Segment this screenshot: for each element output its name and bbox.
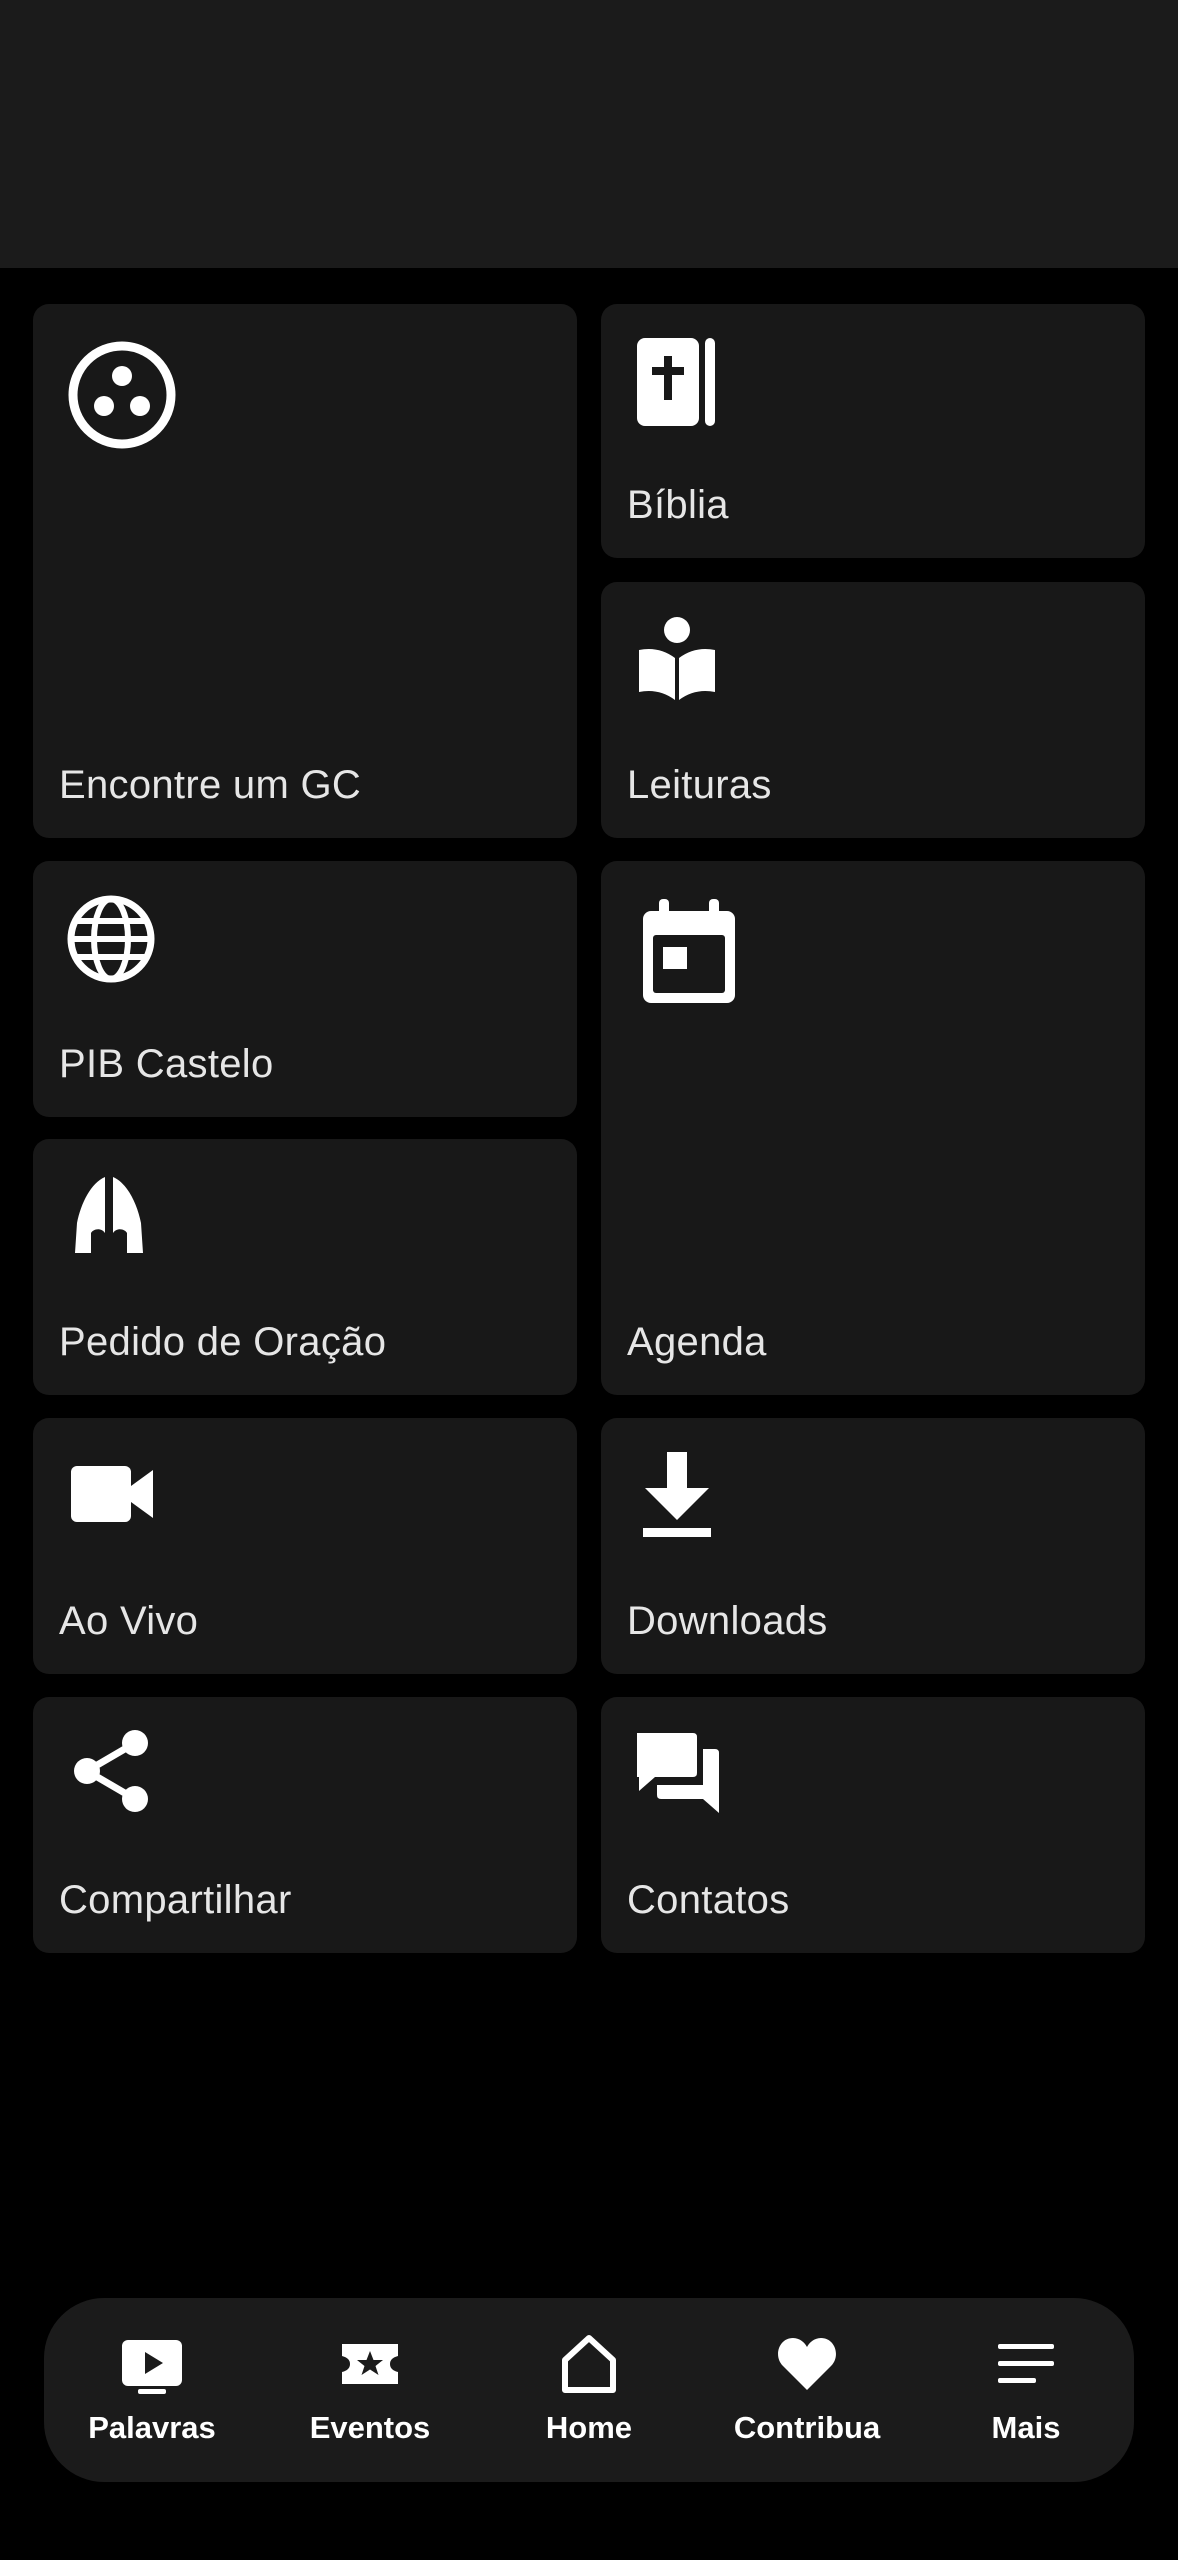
- download-icon: [639, 1450, 715, 1538]
- globe-icon: [65, 893, 157, 985]
- menu-icon: [994, 2332, 1058, 2396]
- tile-ao-vivo[interactable]: Ao Vivo: [33, 1418, 577, 1674]
- tile-label: Compartilhar: [59, 1878, 292, 1922]
- tile-downloads[interactable]: Downloads: [601, 1418, 1145, 1674]
- share-icon: [69, 1727, 153, 1815]
- video-camera-icon: [69, 1462, 155, 1526]
- play-video-icon: [120, 2332, 184, 2396]
- tile-label: Encontre um GC: [59, 763, 362, 807]
- chat-icon: [633, 1727, 723, 1817]
- praying-hands-icon: [71, 1173, 147, 1257]
- reading-icon: [635, 614, 719, 704]
- nav-mais[interactable]: Mais: [926, 2298, 1126, 2482]
- nav-eventos[interactable]: Eventos: [270, 2298, 470, 2482]
- nav-contribua[interactable]: Contribua: [707, 2298, 907, 2482]
- nav-label: Palavras: [88, 2410, 216, 2445]
- nav-label: Home: [545, 2410, 633, 2445]
- top-header: [0, 0, 1178, 268]
- tile-biblia[interactable]: Bíblia: [601, 304, 1145, 558]
- ticket-star-icon: [338, 2332, 402, 2396]
- nav-label: Eventos: [309, 2410, 431, 2445]
- tile-contatos[interactable]: Contatos: [601, 1697, 1145, 1953]
- heart-icon: [775, 2332, 839, 2396]
- tile-label: Pedido de Oração: [59, 1320, 387, 1364]
- nav-label: Contribua: [733, 2410, 881, 2445]
- tile-label: PIB Castelo: [59, 1042, 274, 1086]
- tile-label: Bíblia: [627, 483, 729, 527]
- bottom-navigation: Palavras Eventos Home Contribua Mais: [44, 2298, 1134, 2482]
- tile-agenda[interactable]: Agenda: [601, 861, 1145, 1395]
- tile-label: Leituras: [627, 763, 772, 807]
- tile-compartilhar[interactable]: Compartilhar: [33, 1697, 577, 1953]
- nav-palavras[interactable]: Palavras: [52, 2298, 252, 2482]
- nav-home[interactable]: Home: [489, 2298, 689, 2482]
- tile-encontre-um-gc[interactable]: Encontre um GC: [33, 304, 577, 838]
- tile-label: Contatos: [627, 1878, 790, 1922]
- tile-label: Agenda: [627, 1320, 767, 1364]
- tile-label: Downloads: [627, 1599, 828, 1643]
- bible-icon: [635, 334, 719, 430]
- tile-leituras[interactable]: Leituras: [601, 582, 1145, 838]
- tile-pedido-de-oracao[interactable]: Pedido de Oração: [33, 1139, 577, 1395]
- tile-label: Ao Vivo: [59, 1599, 199, 1643]
- home-icon: [557, 2332, 621, 2396]
- calendar-icon: [639, 897, 739, 1007]
- tile-pib-castelo[interactable]: PIB Castelo: [33, 861, 577, 1117]
- nav-label: Mais: [991, 2410, 1061, 2445]
- group-circle-icon: [67, 340, 177, 450]
